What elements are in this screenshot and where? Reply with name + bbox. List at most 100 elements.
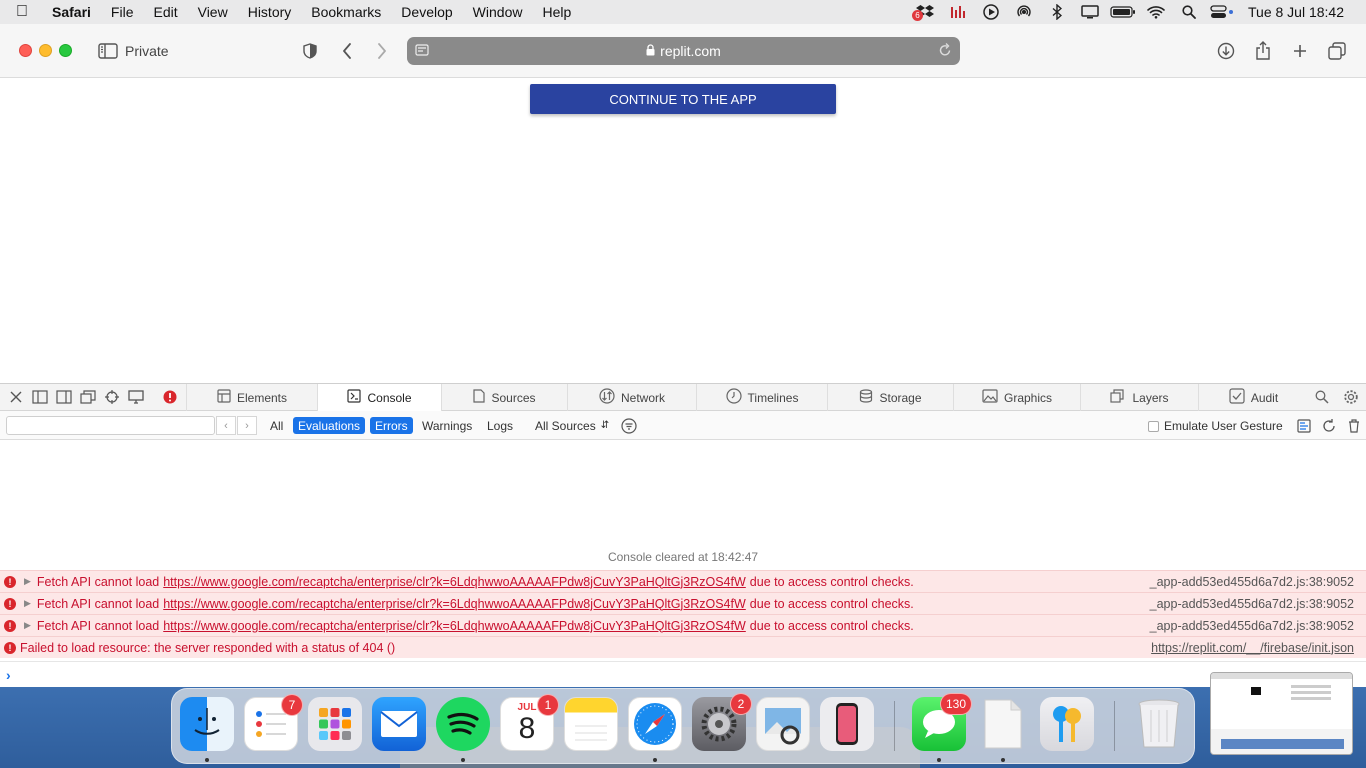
menu-edit[interactable]: Edit [143,4,187,20]
passwords-icon[interactable] [1040,697,1094,751]
next-match-button[interactable]: › [237,416,257,435]
dock-bottom-icon[interactable] [30,387,50,407]
menu-develop[interactable]: Develop [391,4,462,20]
airdrop-icon[interactable] [1007,0,1040,24]
detach-window-icon[interactable] [78,387,98,407]
emulate-checkbox[interactable] [1148,420,1159,432]
console-error-row[interactable]: ! Failed to load resource: the server re… [0,636,1366,658]
spotify-icon[interactable] [436,697,490,751]
menu-help[interactable]: Help [532,4,581,20]
continue-to-app-button[interactable]: CONTINUE TO THE APP [530,84,836,114]
system-settings-icon[interactable]: 2 [692,693,752,751]
iphone-mirroring-icon[interactable] [820,697,874,751]
menu-clock[interactable]: Tue 8 Jul 18:42 [1238,4,1366,20]
document-icon[interactable] [976,697,1030,751]
clear-console-trash-icon[interactable] [1343,417,1365,434]
menu-file[interactable]: File [101,4,144,20]
sidebar-toggle-icon[interactable] [96,39,120,63]
tab-layers[interactable]: Layers [1080,384,1198,411]
bluetooth-icon[interactable] [1040,0,1073,24]
tab-sources[interactable]: Sources [441,384,567,411]
notes-icon[interactable] [564,697,618,751]
filter-all[interactable]: All [265,417,288,434]
filter-options-icon[interactable] [616,417,642,434]
display-icon[interactable] [1073,0,1106,24]
console-error-row[interactable]: ! ▶ Fetch API cannot load https://www.go… [0,614,1366,636]
device-settings-icon[interactable] [126,387,146,407]
menu-bookmarks[interactable]: Bookmarks [301,4,391,20]
address-bar[interactable]: replit.com [407,37,960,65]
new-tab-icon[interactable] [1288,39,1312,63]
mail-icon[interactable] [372,697,426,751]
launchpad-icon[interactable] [308,697,362,751]
wifi-icon[interactable] [1139,0,1172,24]
menu-view[interactable]: View [188,4,238,20]
tab-graphics[interactable]: Graphics [953,384,1080,411]
inspector-settings-gear-icon[interactable] [1341,387,1361,407]
error-url-link[interactable]: https://www.google.com/recaptcha/enterpr… [163,597,746,611]
tab-overview-icon[interactable] [1325,39,1349,63]
sources-select[interactable]: All Sources ⇵ [530,417,614,434]
reload-icon[interactable] [938,42,952,61]
control-center-icon[interactable] [1205,0,1238,24]
element-picker-icon[interactable] [102,387,122,407]
expand-triangle-icon[interactable]: ▶ [24,620,31,631]
spotlight-search-icon[interactable] [1172,0,1205,24]
console-snapshot-icon[interactable] [1292,417,1316,434]
safari-icon[interactable] [628,697,682,751]
dock-side-icon[interactable] [54,387,74,407]
back-arrow-icon[interactable] [335,39,359,63]
error-source-link[interactable]: _app-add53ed455d6a7d2.js:38:9052 [1150,619,1354,633]
console-search-input[interactable] [6,416,215,435]
error-source-link[interactable]: _app-add53ed455d6a7d2.js:38:9052 [1150,575,1354,589]
menu-app-name[interactable]: Safari [44,4,101,20]
filter-evaluations[interactable]: Evaluations [293,417,366,434]
console-prompt[interactable]: › [0,661,1366,688]
filter-warnings[interactable]: Warnings [417,417,477,434]
console-error-row[interactable]: ! ▶ Fetch API cannot load https://www.go… [0,592,1366,614]
privacy-shield-icon[interactable] [298,39,322,63]
tab-storage[interactable]: Storage [827,384,953,411]
apple-menu-icon[interactable]:  [0,3,44,21]
error-source-link[interactable]: _app-add53ed455d6a7d2.js:38:9052 [1150,597,1354,611]
minimize-window-button[interactable] [39,44,52,57]
battery-icon[interactable] [1106,0,1139,24]
emulate-user-gesture-toggle[interactable]: Emulate User Gesture [1148,419,1283,433]
tab-network[interactable]: Network [567,384,696,411]
downloads-icon[interactable] [1214,39,1238,63]
reminders-icon[interactable]: 7 [244,694,303,751]
error-source-link[interactable]: https://replit.com/__/firebase/init.json [1151,641,1354,655]
menu-window[interactable]: Window [463,4,533,20]
error-url-link[interactable]: https://www.google.com/recaptcha/enterpr… [163,619,746,633]
dropbox-icon[interactable]: 6 [908,0,941,24]
error-count-icon[interactable] [160,387,180,407]
forward-arrow-icon[interactable] [370,39,394,63]
calendar-icon[interactable]: JUL 8 1 [500,694,559,751]
share-icon[interactable] [1251,39,1275,63]
play-icon[interactable] [974,0,1007,24]
error-url-link[interactable]: https://www.google.com/recaptcha/enterpr… [163,575,746,589]
tab-audit[interactable]: Audit [1198,384,1308,411]
tab-elements[interactable]: Elements [186,384,317,411]
expand-triangle-icon[interactable]: ▶ [24,576,31,587]
previous-match-button[interactable]: ‹ [216,416,236,435]
fullscreen-window-button[interactable] [59,44,72,57]
inspector-search-icon[interactable] [1312,387,1332,407]
tab-console[interactable]: Console [317,384,441,412]
messages-icon[interactable]: 130 [912,693,972,751]
console-error-row[interactable]: ! ▶ Fetch API cannot load https://www.go… [0,570,1366,592]
filter-errors[interactable]: Errors [370,417,413,434]
istat-icon[interactable] [941,0,974,24]
page-menu-icon[interactable] [415,43,429,60]
expand-triangle-icon[interactable]: ▶ [24,598,31,609]
close-window-button[interactable] [19,44,32,57]
screenshot-thumbnail[interactable] [1210,672,1353,755]
trash-icon[interactable] [1132,697,1186,751]
finder-icon[interactable] [180,697,234,751]
reload-preserve-icon[interactable] [1316,417,1342,434]
menu-history[interactable]: History [238,4,302,20]
tab-timelines[interactable]: Timelines [696,384,827,411]
filter-logs[interactable]: Logs [482,417,518,434]
close-inspector-icon[interactable] [6,387,26,407]
preview-icon[interactable] [756,697,810,751]
